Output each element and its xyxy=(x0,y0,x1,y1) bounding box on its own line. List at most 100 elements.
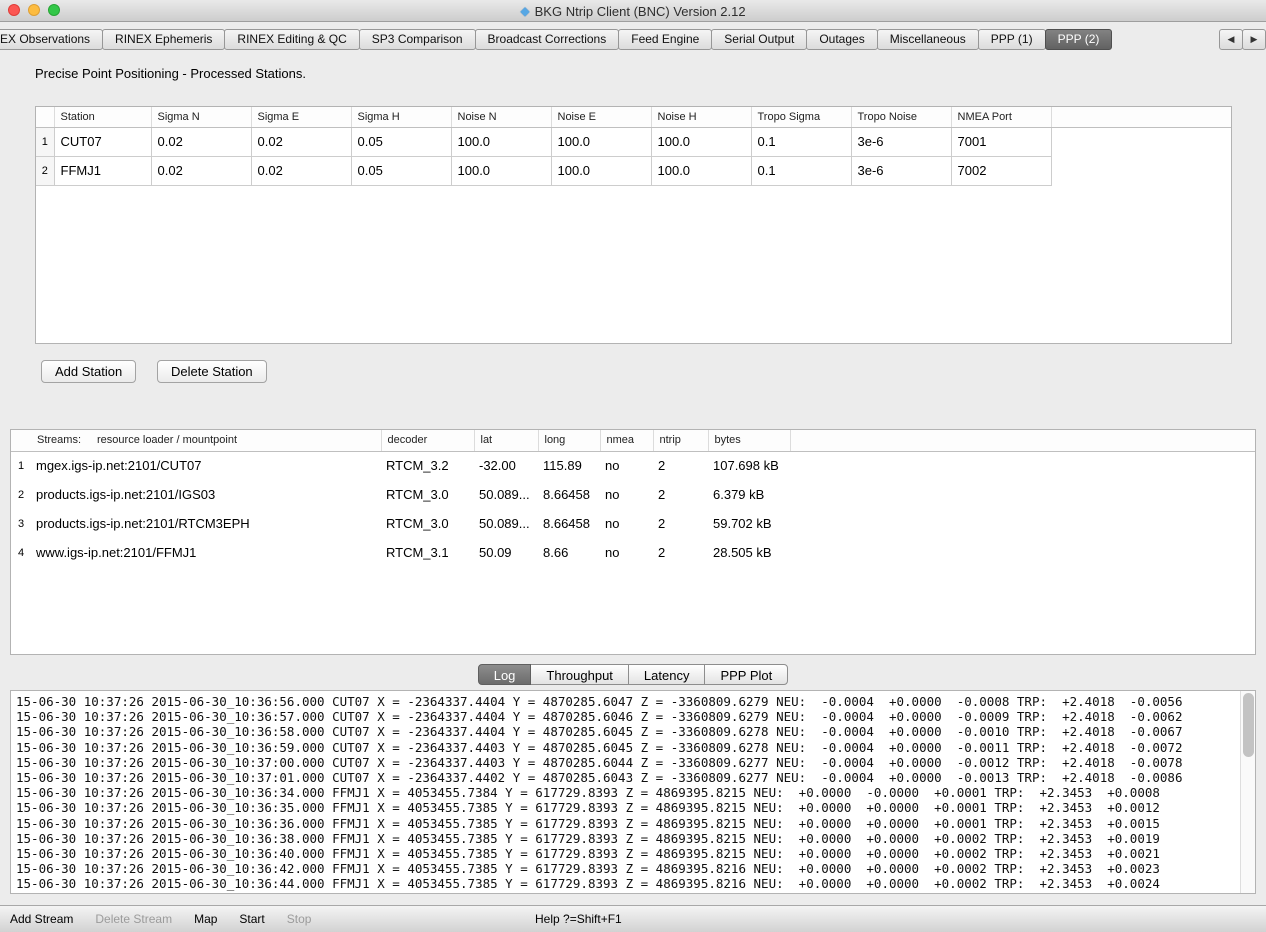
tab-serial-output[interactable]: Serial Output xyxy=(711,29,807,50)
tab-sp3-comparison[interactable]: SP3 Comparison xyxy=(359,29,476,50)
station-cell[interactable]: 0.1 xyxy=(751,156,851,185)
view-tab-ppp-plot[interactable]: PPP Plot xyxy=(704,664,788,685)
station-cell[interactable]: 100.0 xyxy=(451,156,551,185)
station-cell[interactable]: 3e-6 xyxy=(851,127,951,156)
stream-resource-cell[interactable]: products.igs-ip.net:2101/RTCM3EPH xyxy=(31,509,381,538)
stream-row-2[interactable]: 2 products.igs-ip.net:2101/IGS03RTCM_3.05… xyxy=(11,480,1255,509)
streams-col-header-lat[interactable]: lat xyxy=(474,430,538,451)
tab-feed-engine[interactable]: Feed Engine xyxy=(618,29,712,50)
statusbar-action-start[interactable]: Start xyxy=(239,912,264,926)
station-col-header-noise-e[interactable]: Noise E xyxy=(551,107,651,127)
tab-ppp-2[interactable]: PPP (2) xyxy=(1045,29,1113,50)
station-cell[interactable]: 100.0 xyxy=(651,127,751,156)
station-cell[interactable]: 7002 xyxy=(951,156,1051,185)
tab-ex-observations[interactable]: EX Observations xyxy=(0,29,103,50)
statusbar-action-delete-stream[interactable]: Delete Stream xyxy=(95,912,172,926)
log-scrollbar[interactable] xyxy=(1240,691,1255,893)
stream-resource-cell[interactable]: products.igs-ip.net:2101/IGS03 xyxy=(31,480,381,509)
stream-lat-cell[interactable]: 50.089... xyxy=(474,509,538,538)
stream-nmea-cell[interactable]: no xyxy=(600,538,653,567)
streams-col-header-ntrip[interactable]: ntrip xyxy=(653,430,708,451)
tab-rinex-editing-qc[interactable]: RINEX Editing & QC xyxy=(224,29,359,50)
tab-ppp-1[interactable]: PPP (1) xyxy=(978,29,1046,50)
log-scrollbar-thumb[interactable] xyxy=(1243,693,1254,757)
tab-rinex-ephemeris[interactable]: RINEX Ephemeris xyxy=(102,29,225,50)
streams-resource-header[interactable]: Streams:resource loader / mountpoint xyxy=(31,430,381,451)
station-row-cut07[interactable]: 1CUT070.020.020.05100.0100.0100.00.13e-6… xyxy=(36,127,1231,156)
stream-row-4[interactable]: 4www.igs-ip.net:2101/FFMJ1RTCM_3.150.098… xyxy=(11,538,1255,567)
stream-decoder-cell[interactable]: RTCM_3.1 xyxy=(381,538,474,567)
stream-bytes-cell[interactable]: 6.379 kB xyxy=(708,480,790,509)
station-col-header-sigma-h[interactable]: Sigma H xyxy=(351,107,451,127)
add-station-button[interactable]: Add Station xyxy=(41,360,136,383)
stream-ntrip-cell[interactable]: 2 xyxy=(653,509,708,538)
station-col-header-station[interactable]: Station xyxy=(54,107,151,127)
zoom-button[interactable] xyxy=(48,4,60,16)
stream-ntrip-cell[interactable]: 2 xyxy=(653,480,708,509)
station-cell[interactable]: 100.0 xyxy=(551,156,651,185)
stream-long-cell[interactable]: 8.66 xyxy=(538,538,600,567)
stream-decoder-cell[interactable]: RTCM_3.0 xyxy=(381,509,474,538)
station-cell[interactable]: 0.05 xyxy=(351,127,451,156)
stream-row-1[interactable]: 1mgex.igs-ip.net:2101/CUT07RTCM_3.2-32.0… xyxy=(11,451,1255,480)
stream-bytes-cell[interactable]: 107.698 kB xyxy=(708,451,790,480)
stream-row-3[interactable]: 3products.igs-ip.net:2101/RTCM3EPHRTCM_3… xyxy=(11,509,1255,538)
tab-scroll-right-icon[interactable]: ▶ xyxy=(1242,29,1266,50)
station-cell[interactable]: FFMJ1 xyxy=(54,156,151,185)
stream-lat-cell[interactable]: 50.09 xyxy=(474,538,538,567)
station-col-header-tropo-noise[interactable]: Tropo Noise xyxy=(851,107,951,127)
station-col-header-sigma-e[interactable]: Sigma E xyxy=(251,107,351,127)
statusbar-action-add-stream[interactable]: Add Stream xyxy=(10,912,73,926)
station-cell[interactable]: 0.02 xyxy=(251,127,351,156)
view-tab-latency[interactable]: Latency xyxy=(628,664,706,685)
stream-resource-cell[interactable]: mgex.igs-ip.net:2101/CUT07 xyxy=(31,451,381,480)
stream-bytes-cell[interactable]: 28.505 kB xyxy=(708,538,790,567)
streams-col-header-decoder[interactable]: decoder xyxy=(381,430,474,451)
stream-long-cell[interactable]: 8.66458 xyxy=(538,509,600,538)
streams-col-header-bytes[interactable]: bytes xyxy=(708,430,790,451)
station-cell[interactable]: 0.1 xyxy=(751,127,851,156)
stream-long-cell[interactable]: 115.89 xyxy=(538,451,600,480)
tab-outages[interactable]: Outages xyxy=(806,29,877,50)
close-button[interactable] xyxy=(8,4,20,16)
stream-ntrip-cell[interactable]: 2 xyxy=(653,451,708,480)
station-cell[interactable]: 7001 xyxy=(951,127,1051,156)
station-row-ffmj1[interactable]: 2FFMJ10.020.020.05100.0100.0100.00.13e-6… xyxy=(36,156,1231,185)
view-tab-log[interactable]: Log xyxy=(478,664,532,685)
stream-lat-cell[interactable]: -32.00 xyxy=(474,451,538,480)
stream-decoder-cell[interactable]: RTCM_3.0 xyxy=(381,480,474,509)
view-tab-throughput[interactable]: Throughput xyxy=(530,664,629,685)
station-cell[interactable]: 100.0 xyxy=(551,127,651,156)
statusbar-action-stop[interactable]: Stop xyxy=(287,912,312,926)
stream-nmea-cell[interactable]: no xyxy=(600,480,653,509)
station-cell[interactable]: 0.02 xyxy=(151,127,251,156)
station-col-header-tropo-sigma[interactable]: Tropo Sigma xyxy=(751,107,851,127)
tab-scroll-left-icon[interactable]: ◀ xyxy=(1219,29,1243,50)
tab-miscellaneous[interactable]: Miscellaneous xyxy=(877,29,979,50)
delete-station-button[interactable]: Delete Station xyxy=(157,360,267,383)
stream-lat-cell[interactable]: 50.089... xyxy=(474,480,538,509)
streams-col-header-long[interactable]: long xyxy=(538,430,600,451)
tab-broadcast-corrections[interactable]: Broadcast Corrections xyxy=(475,29,620,50)
station-cell[interactable]: 100.0 xyxy=(451,127,551,156)
station-cell[interactable]: 3e-6 xyxy=(851,156,951,185)
streams-col-header-nmea[interactable]: nmea xyxy=(600,430,653,451)
station-col-header-noise-n[interactable]: Noise N xyxy=(451,107,551,127)
stream-bytes-cell[interactable]: 59.702 kB xyxy=(708,509,790,538)
stream-nmea-cell[interactable]: no xyxy=(600,509,653,538)
stream-nmea-cell[interactable]: no xyxy=(600,451,653,480)
station-col-header-sigma-n[interactable]: Sigma N xyxy=(151,107,251,127)
statusbar-action-map[interactable]: Map xyxy=(194,912,217,926)
station-col-header-nmea-port[interactable]: NMEA Port xyxy=(951,107,1051,127)
station-cell[interactable]: 0.05 xyxy=(351,156,451,185)
stream-long-cell[interactable]: 8.66458 xyxy=(538,480,600,509)
minimize-button[interactable] xyxy=(28,4,40,16)
station-cell[interactable]: CUT07 xyxy=(54,127,151,156)
station-col-header-noise-h[interactable]: Noise H xyxy=(651,107,751,127)
station-cell[interactable]: 0.02 xyxy=(151,156,251,185)
station-cell[interactable]: 0.02 xyxy=(251,156,351,185)
stream-resource-cell[interactable]: www.igs-ip.net:2101/FFMJ1 xyxy=(31,538,381,567)
station-cell[interactable]: 100.0 xyxy=(651,156,751,185)
stream-ntrip-cell[interactable]: 2 xyxy=(653,538,708,567)
stream-decoder-cell[interactable]: RTCM_3.2 xyxy=(381,451,474,480)
